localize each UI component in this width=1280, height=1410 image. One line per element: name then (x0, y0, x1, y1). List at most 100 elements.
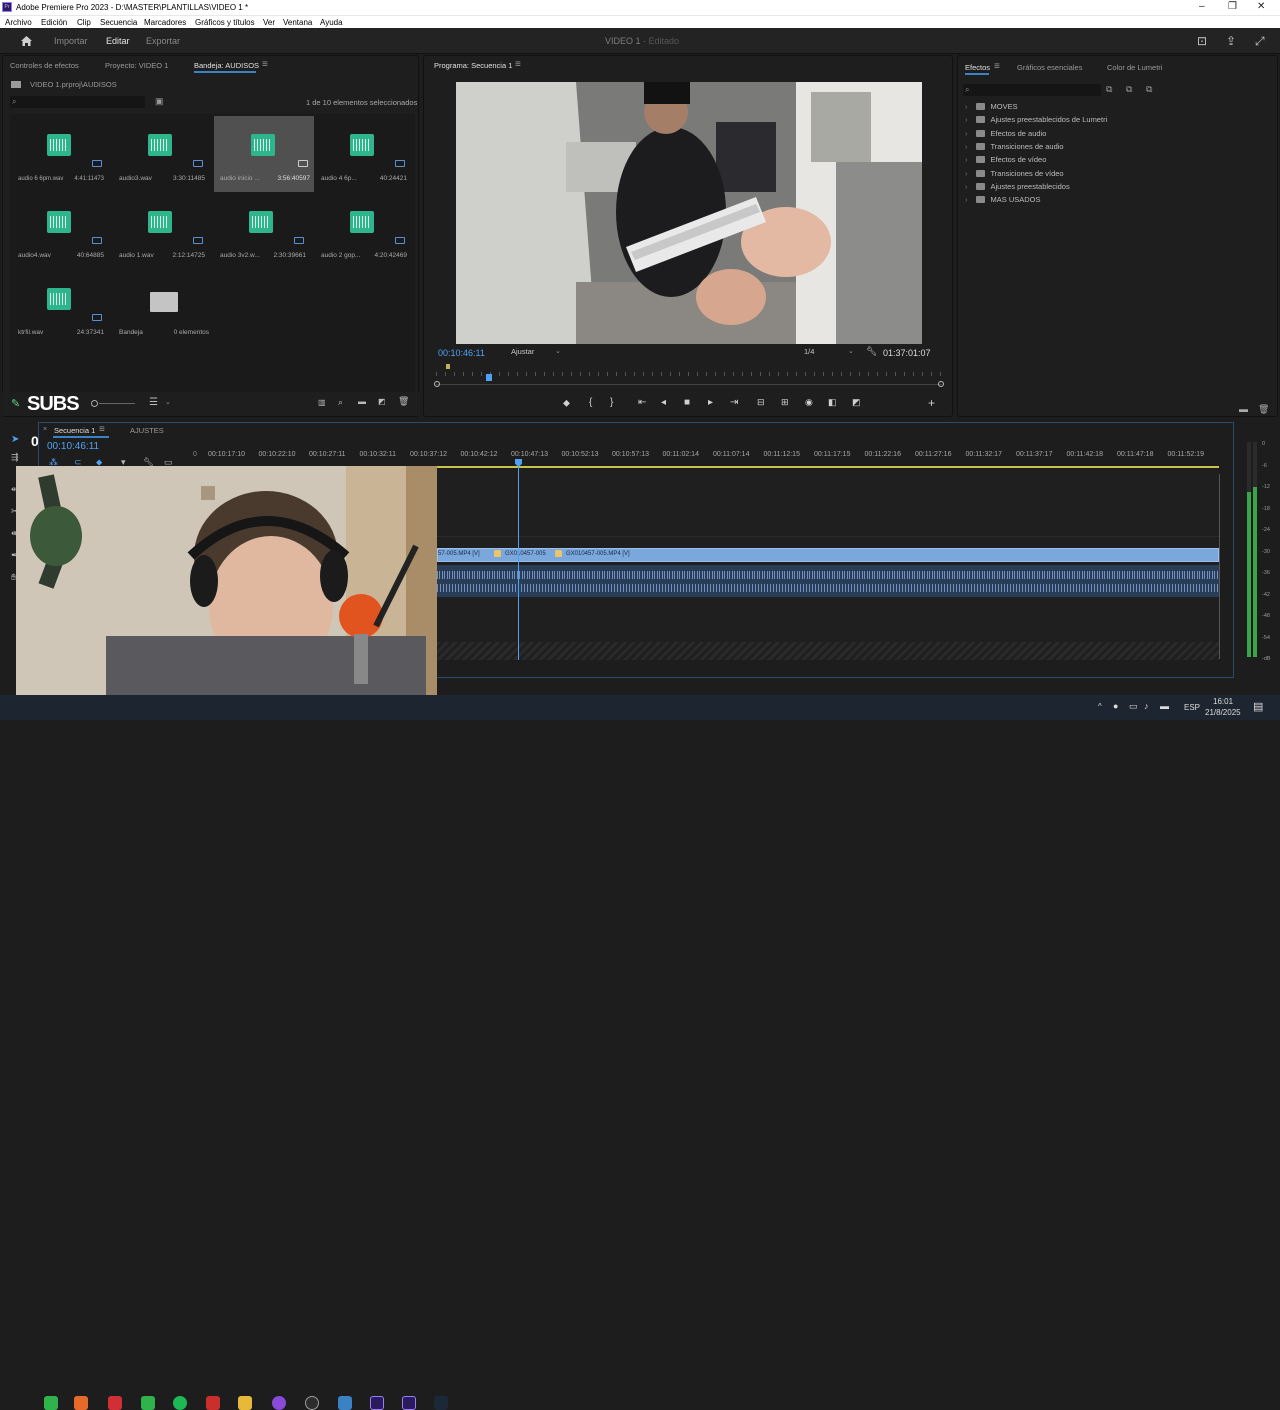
tab-importar[interactable]: Importar (54, 36, 88, 46)
new-search-bin-icon[interactable]: ▣ (155, 96, 164, 107)
bin-item[interactable]: audio 2 gop... 4:20:42469 (315, 193, 411, 269)
effects-folder-video-transitions[interactable]: › Transiciones de vídeo (965, 169, 1064, 178)
browser-icon[interactable] (272, 1396, 286, 1410)
program-video-frame[interactable] (456, 82, 922, 344)
new-bin-icon[interactable]: ▬ (1239, 404, 1248, 414)
bin-item[interactable]: audio 6 6pm.wav 4:41:11473 (12, 116, 108, 192)
clock-date[interactable]: 21/8/2025 (1205, 708, 1241, 717)
app-icon[interactable] (108, 1396, 122, 1410)
tab-essential-graphics[interactable]: Gráficos esenciales (1017, 63, 1082, 72)
tab-editar[interactable]: Editar (106, 36, 130, 46)
lift-icon[interactable]: ⊟ (757, 397, 765, 408)
menu-secuencia[interactable]: Secuencia (100, 18, 137, 27)
tab-sequence-1[interactable]: Secuencia 1 (54, 426, 95, 435)
share-icon[interactable]: ⇪ (1226, 34, 1236, 48)
timeline-tracks[interactable]: 57-005.MP4 [V] GX010457-005 GX010457-005… (437, 470, 1219, 660)
effects-folder-mas-usados[interactable]: › MAS USADOS (965, 195, 1041, 204)
menu-clip[interactable]: Clip (77, 18, 91, 27)
timeline-timecode[interactable]: 00:10:46:11 (47, 441, 99, 452)
spotify-icon[interactable] (173, 1396, 187, 1410)
automate-icon[interactable]: ▥ (318, 398, 326, 407)
sort-icon[interactable]: ☰ (149, 397, 158, 408)
trash-icon[interactable]: 🗑︎ (398, 396, 409, 407)
pencil-icon[interactable]: ✎ (11, 397, 20, 410)
restore-icon[interactable]: ❐ (1228, 1, 1237, 12)
tab-lumetri-color[interactable]: Color de Lumetri (1107, 63, 1162, 72)
new-item-icon[interactable]: ◩ (378, 397, 386, 406)
program-timecode[interactable]: 00:10:46:11 (438, 348, 485, 358)
playhead-line[interactable] (518, 460, 519, 660)
whatsapp-icon[interactable] (44, 1396, 58, 1410)
track-select-tool-icon[interactable]: ⇶ (11, 452, 19, 463)
menu-graficos[interactable]: Gráficos y títulos (195, 18, 255, 27)
accelerated-effects-icon[interactable]: ⧉ (1106, 84, 1112, 95)
search-input[interactable]: ⌕ (10, 96, 145, 108)
find-icon[interactable]: ⌕ (338, 397, 343, 408)
effects-folder-lumetri[interactable]: › Ajustes preestablecidos de Lumetri (965, 115, 1107, 124)
menu-ventana[interactable]: Ventana (283, 18, 312, 27)
zoom-handle-right[interactable] (938, 381, 944, 387)
insert-icon[interactable]: ◧ (828, 397, 837, 408)
home-icon[interactable] (20, 35, 33, 47)
language-indicator[interactable]: ESP (1184, 703, 1200, 712)
network-icon[interactable]: ▭ (1129, 701, 1138, 712)
new-bin-icon[interactable]: ▬ (358, 397, 366, 406)
play-icon[interactable]: ▸ (708, 397, 713, 408)
premiere-taskbar-icon[interactable] (402, 1396, 416, 1410)
close-icon[interactable]: ✕ (1257, 1, 1265, 12)
mark-in-icon[interactable]: { (589, 397, 592, 408)
menu-ver[interactable]: Ver (263, 18, 275, 27)
stop-icon[interactable]: ■ (684, 397, 690, 408)
whatsapp-business-icon[interactable] (141, 1396, 155, 1410)
bin-item[interactable]: audio 4 6p... 40:24421 (315, 116, 411, 192)
audio-clip-track[interactable] (437, 565, 1219, 597)
bin-item[interactable]: audio 3v2.w... 2:30:39661 (214, 193, 310, 269)
app-icon[interactable] (338, 1396, 352, 1410)
work-area-bar[interactable] (437, 466, 1219, 468)
panel-menu-icon[interactable]: ≡ (99, 424, 105, 435)
volume-icon[interactable]: ♪ (1144, 701, 1149, 711)
tab-ajustes[interactable]: AJUSTES (130, 426, 164, 435)
bin-item[interactable]: audio 1.wav 2:12:14725 (113, 193, 209, 269)
effects-folder-audio-transitions[interactable]: › Transiciones de audio (965, 142, 1064, 151)
zoom-slider-handle[interactable] (91, 400, 98, 407)
bin-item-selected[interactable]: audio inicio ... 3:56:40597 (214, 116, 314, 192)
firefox-icon[interactable] (74, 1396, 88, 1410)
effects-search-input[interactable]: ⌕ (963, 84, 1101, 96)
premiere-taskbar-icon[interactable] (370, 1396, 384, 1410)
clock-time[interactable]: 16:01 (1213, 697, 1233, 706)
vpn-icon[interactable] (206, 1396, 220, 1410)
panel-menu-icon[interactable]: ≡ (994, 61, 1000, 72)
wrench-icon[interactable]: 🔧︎ (866, 346, 877, 357)
obs-icon[interactable] (305, 1396, 319, 1410)
step-back-icon[interactable]: ◂ (661, 397, 666, 408)
extract-icon[interactable]: ⊞ (781, 397, 789, 408)
overwrite-icon[interactable]: ◩ (852, 397, 861, 408)
bin-item[interactable]: ktrfil.wav 24:37341 (12, 270, 108, 346)
menu-ayuda[interactable]: Ayuda (320, 18, 343, 27)
chevron-up-icon[interactable]: ^ (1098, 702, 1102, 711)
tab-project[interactable]: Proyecto: VIDEO 1 (105, 61, 168, 70)
panel-menu-icon[interactable]: ≡ (262, 59, 268, 70)
add-marker-icon[interactable]: ⬥ (563, 398, 570, 409)
video-clip-track[interactable]: 57-005.MP4 [V] GX010457-005 GX010457-005… (437, 548, 1219, 562)
effects-folder-audio-effects[interactable]: › Efectos de audio (965, 129, 1046, 138)
vertical-scrollbar[interactable] (1219, 474, 1225, 659)
go-to-out-icon[interactable]: ⇥ (730, 397, 738, 408)
32bit-effects-icon[interactable]: ⧉ (1126, 84, 1132, 95)
playhead-marker[interactable] (486, 374, 492, 381)
export-frame-icon[interactable]: ◉ (805, 397, 813, 408)
bin-item[interactable]: audio4.wav 40:64885 (12, 193, 108, 269)
file-explorer-icon[interactable] (238, 1396, 252, 1410)
effects-folder-video-effects[interactable]: › Efectos de vídeo (965, 155, 1046, 164)
selection-tool-icon[interactable]: ➤ (11, 434, 19, 445)
bin-folder[interactable]: Bandeja 0 elementos (113, 270, 213, 346)
menu-archivo[interactable]: Archivo (5, 18, 32, 27)
tab-effects[interactable]: Efectos (965, 63, 990, 72)
effects-folder-moves[interactable]: › MOVES (965, 102, 1018, 111)
tab-effect-controls[interactable]: Controles de efectos (10, 61, 79, 70)
go-to-in-icon[interactable]: ⇤ (638, 397, 646, 408)
effects-folder-presets[interactable]: › Ajustes preestablecidos (965, 182, 1070, 191)
zoom-slider-track[interactable] (99, 403, 135, 404)
fullscreen-icon[interactable]: ⤢ (1255, 34, 1265, 49)
